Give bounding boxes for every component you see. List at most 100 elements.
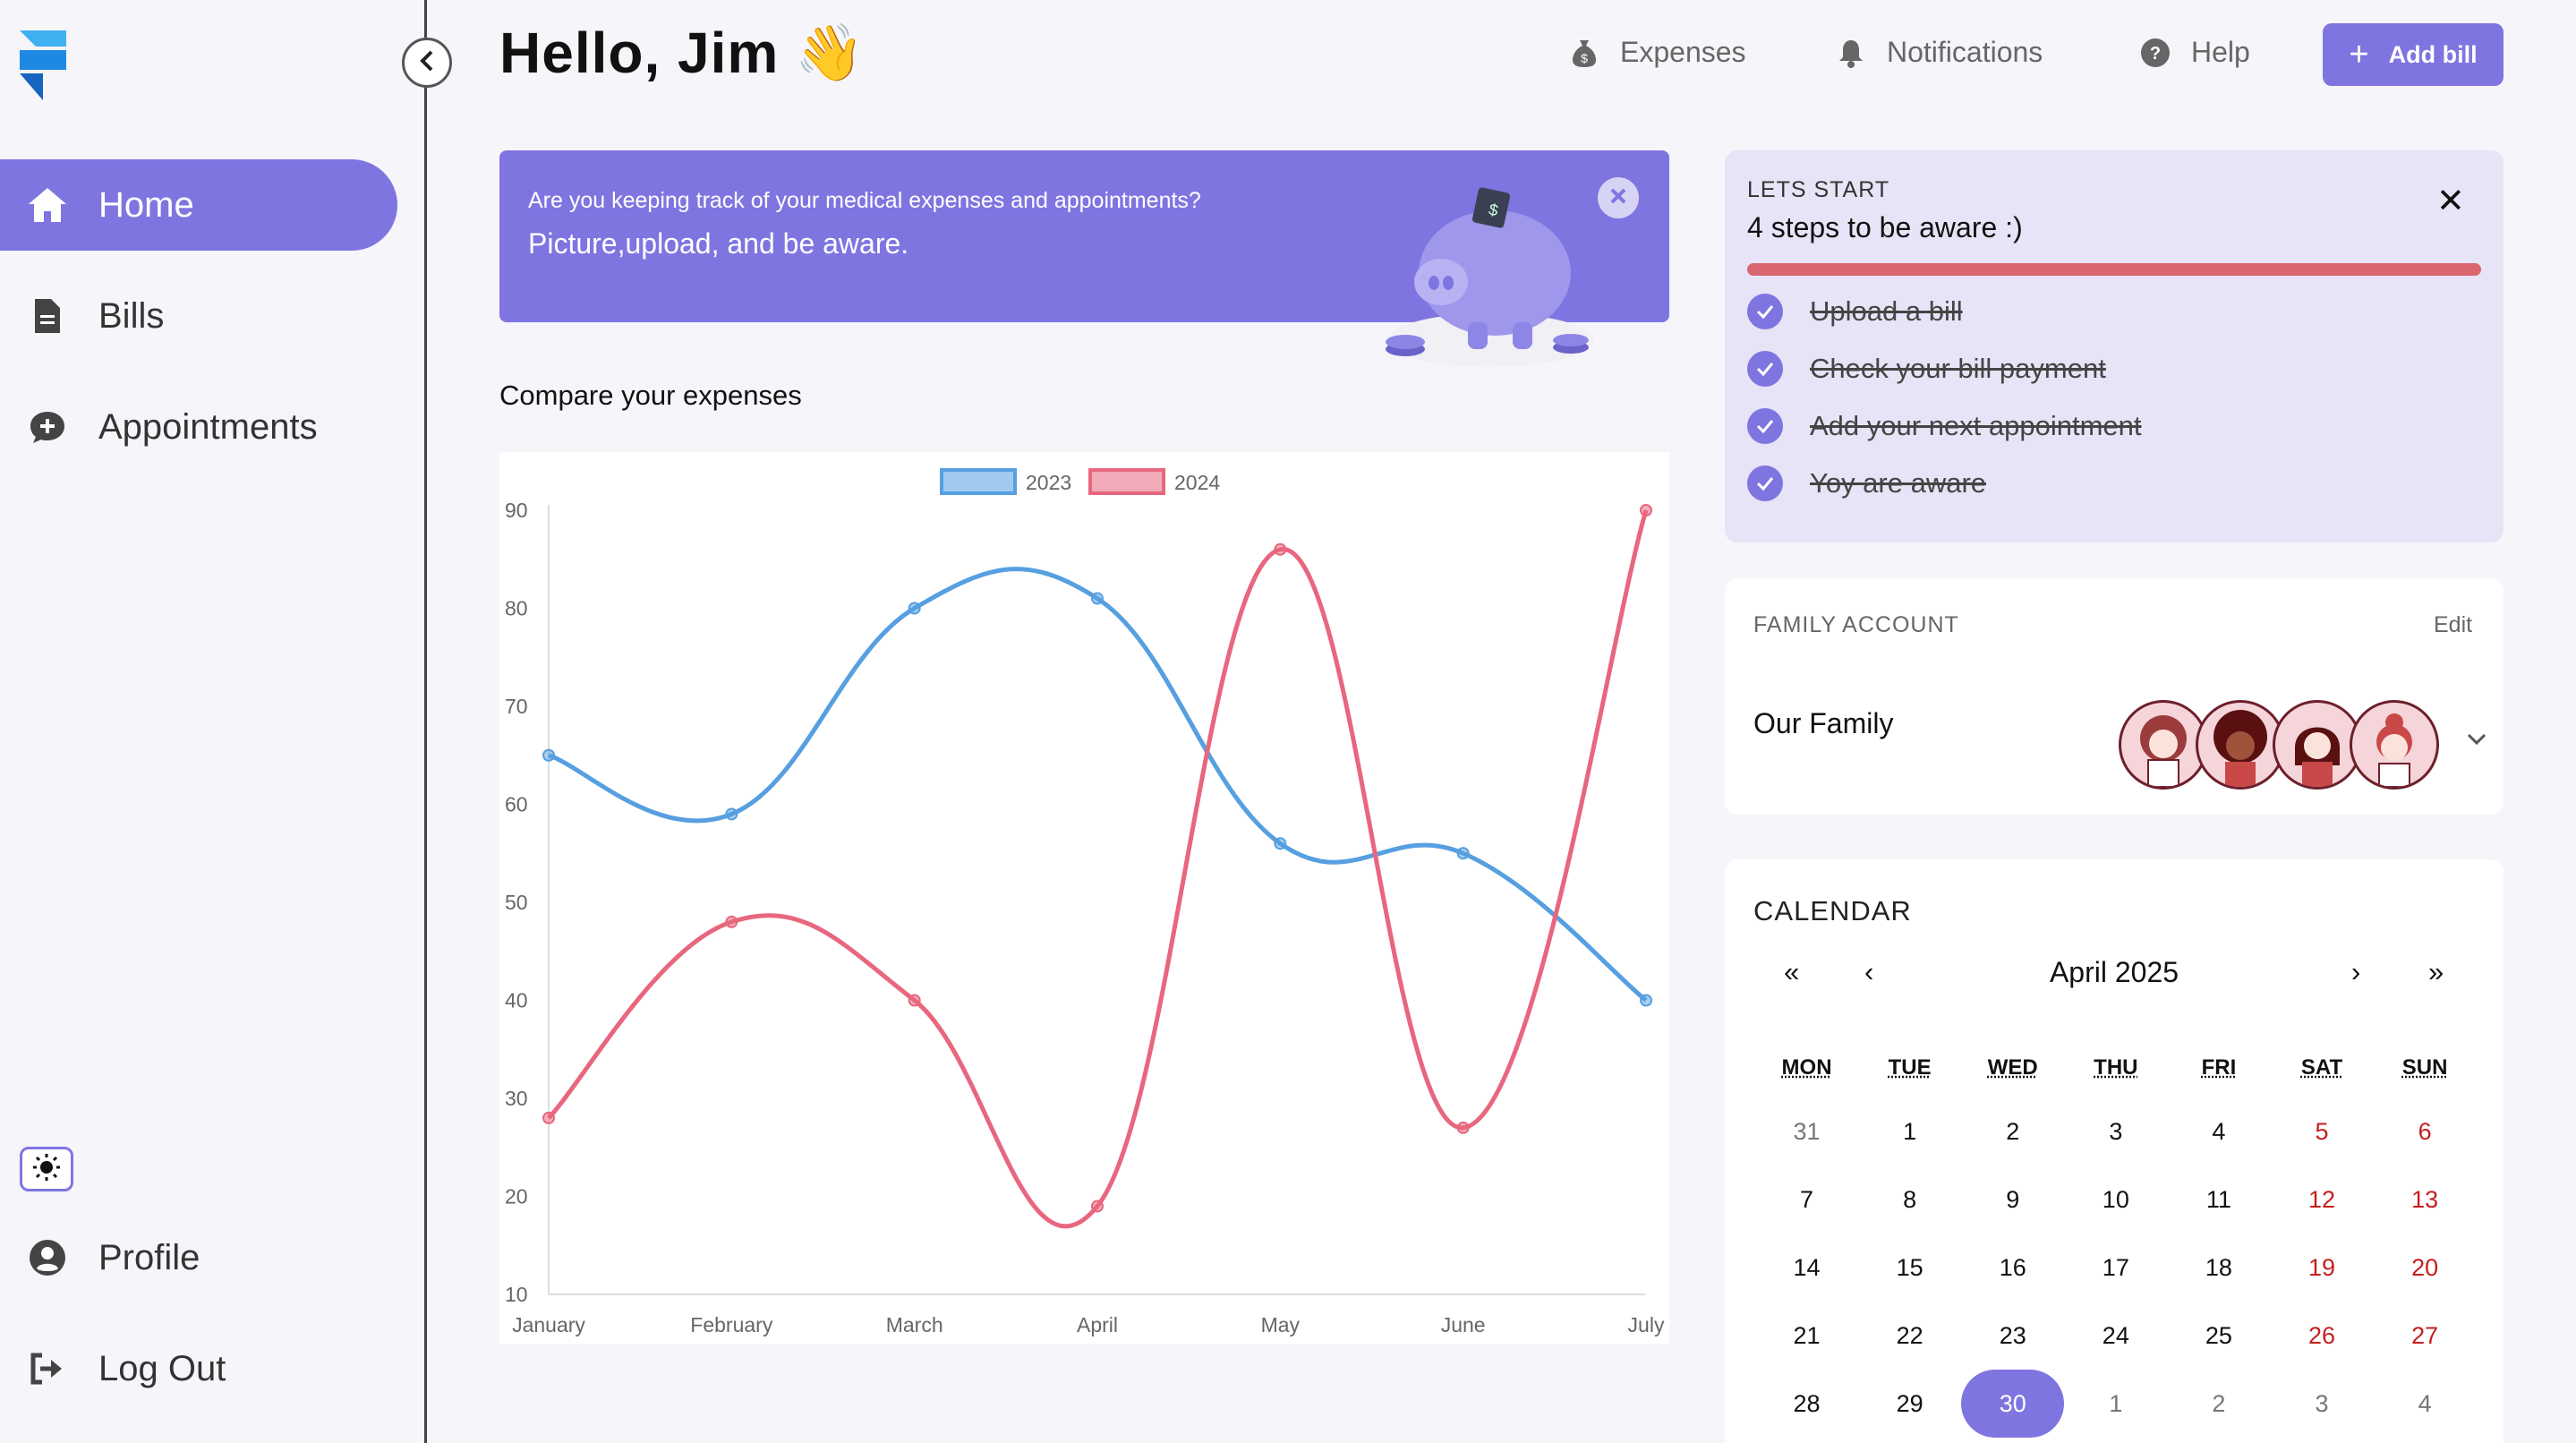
series-line-2024 (547, 509, 1649, 1229)
calendar-day[interactable]: 28 (1755, 1370, 1858, 1438)
calendar-day[interactable]: 1 (1858, 1097, 1961, 1166)
svg-text:$: $ (1581, 51, 1588, 65)
calendar-day[interactable]: 26 (2270, 1302, 2373, 1370)
expenses-label: Expenses (1620, 36, 1746, 68)
sidebar-item-appointments[interactable]: Appointments (0, 381, 397, 473)
calendar-day[interactable]: 1 (2064, 1370, 2167, 1438)
family-avatars (2119, 700, 2439, 790)
calendar-day[interactable]: 13 (2374, 1166, 2477, 1234)
calendar-day[interactable]: 29 (1858, 1370, 1961, 1438)
avatar[interactable] (2196, 700, 2285, 790)
calendar-day[interactable]: 6 (2374, 1097, 2477, 1166)
home-icon (25, 183, 70, 227)
calendar-day[interactable]: 7 (1755, 1166, 1858, 1234)
close-icon (1608, 186, 1628, 210)
steps-progress-bar (1747, 263, 2481, 276)
calendar-day[interactable]: 25 (2167, 1302, 2270, 1370)
app-logo[interactable] (16, 27, 70, 104)
calendar-day[interactable]: 23 (1961, 1302, 2064, 1370)
calendar-day[interactable]: 20 (2374, 1234, 2477, 1302)
add-bill-button[interactable]: + Add bill (2323, 23, 2503, 86)
calendar-day[interactable]: 3 (2064, 1097, 2167, 1166)
sidebar-item-logout[interactable]: Log Out (0, 1323, 397, 1414)
x-tick-label: May (1261, 1313, 1301, 1336)
calendar-day[interactable]: 5 (2270, 1097, 2373, 1166)
sidebar-item-home[interactable]: Home (0, 159, 397, 251)
data-point-2024 (542, 1111, 555, 1124)
calendar-day[interactable]: 15 (1858, 1234, 1961, 1302)
collapse-sidebar-button[interactable] (402, 38, 452, 88)
calendar-day[interactable]: 8 (1858, 1166, 1961, 1234)
banner-close-button[interactable] (1598, 177, 1639, 218)
data-point-2023 (725, 807, 738, 821)
chat-plus-icon (25, 405, 70, 449)
expenses-link[interactable]: $ Expenses (1568, 36, 1746, 69)
theme-toggle[interactable] (20, 1147, 73, 1191)
next-month-button[interactable]: › (2351, 956, 2360, 988)
x-tick-label: July (1628, 1313, 1665, 1336)
money-bag-icon: $ (1568, 37, 1600, 69)
calendar-day[interactable]: 4 (2167, 1097, 2270, 1166)
calendar-day[interactable]: 2 (2167, 1370, 2270, 1438)
calendar-day[interactable]: 19 (2270, 1234, 2373, 1302)
calendar-card: CALENDAR « ‹ April 2025 › » MON TUE WED THU… (1725, 859, 2503, 1443)
calendar-day[interactable]: 2 (1961, 1097, 2064, 1166)
notifications-link[interactable]: Notifications (1835, 36, 2043, 69)
sidebar-item-bills[interactable]: Bills (0, 270, 397, 362)
steps-close-button[interactable]: ✕ (2436, 184, 2465, 218)
calendar-day[interactable]: 27 (2374, 1302, 2477, 1370)
calendar-day[interactable]: 9 (1961, 1166, 2064, 1234)
avatar[interactable] (2273, 700, 2362, 790)
calendar-day[interactable]: 14 (1755, 1234, 1858, 1302)
calendar-day[interactable]: 31 (1755, 1097, 1858, 1166)
calendar-day[interactable]: 24 (2064, 1302, 2167, 1370)
chevron-left-icon (418, 49, 436, 77)
calendar-day[interactable]: 16 (1961, 1234, 2064, 1302)
data-point-2023 (1456, 847, 1470, 860)
avatar[interactable] (2350, 700, 2439, 790)
avatar[interactable] (2119, 700, 2208, 790)
family-edit-link[interactable]: Edit (2434, 612, 2472, 638)
step-label: Yoy are aware (1810, 467, 1987, 499)
calendar-day[interactable]: 17 (2064, 1234, 2167, 1302)
weekday-header: MON TUE WED THU FRI SAT SUN (1755, 1047, 2477, 1089)
legend-label: 2024 (1174, 471, 1220, 494)
page-title: Hello, Jim 👋 (499, 20, 866, 86)
user-circle-icon (25, 1235, 70, 1280)
y-tick-label: 30 (505, 1087, 528, 1110)
y-tick-label: 50 (505, 891, 528, 914)
step-item[interactable]: Check your bill payment (1747, 349, 2106, 388)
calendar-week: 31 1 2 3 4 5 6 (1755, 1097, 2477, 1166)
calendar-day[interactable]: 12 (2270, 1166, 2373, 1234)
step-item[interactable]: Add your next appointment (1747, 406, 2142, 446)
calendar-day[interactable]: 10 (2064, 1166, 2167, 1234)
calendar-day[interactable]: 3 (2270, 1370, 2373, 1438)
sidebar-item-profile[interactable]: Profile (0, 1212, 397, 1303)
calendar-week: 7 8 9 10 11 12 13 (1755, 1166, 2477, 1234)
y-tick-label: 10 (505, 1283, 528, 1306)
calendar-day[interactable]: 30 (1961, 1370, 2065, 1438)
add-bill-label: Add bill (2388, 40, 2478, 68)
step-label: Add your next appointment (1810, 410, 2142, 441)
weekday-label: TUE (1888, 1055, 1932, 1080)
chevron-down-icon[interactable] (2466, 732, 2487, 751)
weekday-label: THU (2094, 1055, 2138, 1080)
data-point-2023 (542, 748, 555, 762)
x-tick-label: June (1441, 1313, 1486, 1336)
calendar-day[interactable]: 18 (2167, 1234, 2270, 1302)
calendar-week: 14 15 16 17 18 19 20 (1755, 1234, 2477, 1302)
data-point-2023 (1640, 994, 1652, 1007)
help-link[interactable]: ? Help (2139, 36, 2250, 69)
next-year-button[interactable]: » (2428, 956, 2444, 988)
legend-swatch (1088, 468, 1165, 495)
sidebar-item-label: Bills (98, 295, 165, 336)
calendar-day[interactable]: 22 (1858, 1302, 1961, 1370)
weekday-label: SAT (2300, 1055, 2343, 1080)
calendar-day[interactable]: 11 (2167, 1166, 2270, 1234)
calendar-day[interactable]: 21 (1755, 1302, 1858, 1370)
data-point-2024 (1640, 504, 1652, 517)
x-tick-label: March (886, 1313, 943, 1336)
calendar-day[interactable]: 4 (2374, 1370, 2477, 1438)
step-item[interactable]: Upload a bill (1747, 292, 1963, 331)
step-item[interactable]: Yoy are aware (1747, 464, 1986, 503)
